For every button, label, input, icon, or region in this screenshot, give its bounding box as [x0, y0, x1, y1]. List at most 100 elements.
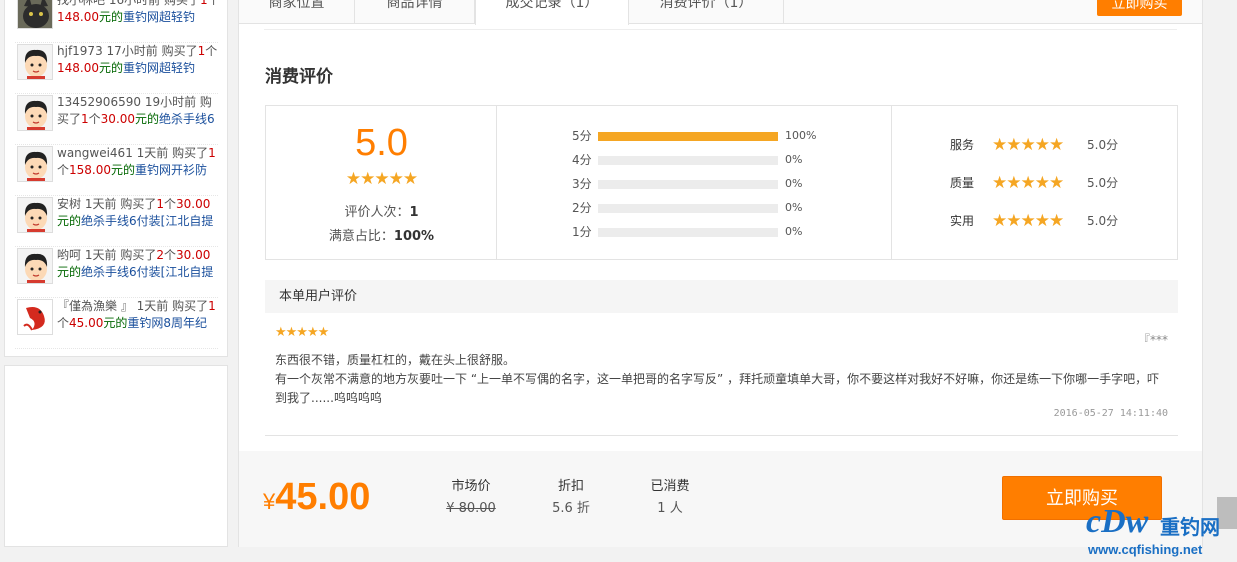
- purchase-item: 哟呵 1天前 购买了2个30.00 元的绝杀手线6付装[江北自提: [15, 247, 218, 298]
- distribution-label: 5分: [572, 129, 592, 143]
- purchase-action: 购买了: [163, 0, 200, 7]
- purchase-text: hjf1973 17小时前 购买了1个148.00元的重钓网超轻钓: [57, 43, 221, 77]
- purchase-user[interactable]: 找小林吧: [57, 0, 105, 7]
- purchase-yuan: 元的: [99, 10, 124, 24]
- satisfaction-rate: 满意占比：100%: [328, 229, 435, 244]
- market-price: 市场价 ¥ 80.00: [446, 479, 496, 516]
- purchase-product-link[interactable]: 绝杀手线6付装[江北自提: [81, 265, 213, 279]
- tab-product-details[interactable]: 商品详情: [355, 0, 475, 24]
- watermark-logo: cDw: [1086, 503, 1149, 540]
- purchase-user[interactable]: 13452906590: [57, 95, 141, 109]
- fish-avatar-icon[interactable]: [17, 299, 53, 335]
- distribution-bar: [598, 132, 778, 141]
- purchase-user[interactable]: 哟呵: [57, 248, 81, 262]
- purchase-text: 安树 1天前 购买了1个30.00 元的绝杀手线6付装[江北自提: [57, 196, 221, 230]
- overall-stars-icon: ★★★★★: [345, 169, 418, 189]
- purchase-qty: 1: [81, 112, 89, 126]
- purchase-item: 安树 1天前 购买了1个30.00 元的绝杀手线6付装[江北自提: [15, 196, 218, 247]
- distribution-label: 3分: [572, 177, 592, 191]
- purchase-product-link[interactable]: 绝杀手线6付装[江北自提: [81, 214, 213, 228]
- review-stars-icon: ★★★★★: [275, 325, 329, 340]
- purchase-price: 45.00: [69, 316, 104, 330]
- page-scrollbar[interactable]: [1217, 0, 1237, 562]
- cartoon-avatar-icon[interactable]: [17, 44, 53, 80]
- distribution-bar: [598, 228, 778, 237]
- aspect-score: 5.0分: [1087, 214, 1119, 228]
- tab-buy-now-button[interactable]: 立即购买: [1097, 0, 1182, 16]
- purchase-time: 1天前: [84, 248, 117, 262]
- aspect-score: 5.0分: [1087, 176, 1119, 190]
- purchase-time: 1天前: [136, 299, 169, 313]
- sidebar-blank-panel: [4, 365, 228, 547]
- cartoon-avatar-icon[interactable]: [17, 248, 53, 284]
- purchase-text: wangwei461 1天前 购买了1 个158.00元的重钓网开衫防: [57, 145, 221, 179]
- purchase-product-link[interactable]: 重钓网8周年纪: [127, 316, 207, 330]
- purchase-unit: 个: [88, 112, 101, 126]
- aspect-score: 5.0分: [1087, 138, 1119, 152]
- distribution-bar: [598, 180, 778, 189]
- distribution-bar: [598, 204, 778, 213]
- review-date: 2016-05-27 14:11:40: [1053, 408, 1168, 419]
- aspect-row: 服务 ★★★★★ 5.0分: [950, 135, 1170, 155]
- purchase-user[interactable]: wangwei461: [57, 146, 133, 160]
- buy-bar: ¥45.00 市场价 ¥ 80.00 折扣 5.6 折 已消费 1 人 立即购买: [239, 451, 1202, 547]
- purchase-text: 找小林吧 16小时前 购买了1个 148.00元的重钓网超轻钓: [57, 0, 221, 26]
- distribution-label: 1分: [572, 225, 592, 239]
- aspect-stars-icon: ★★★★★: [992, 211, 1064, 231]
- purchase-user[interactable]: hjf1973: [57, 44, 103, 58]
- divider: [264, 29, 1177, 31]
- overall-score-block: 5.0 ★★★★★ 评价人次：1 满意占比：100%: [266, 106, 497, 259]
- purchase-product-link[interactable]: 重钓网超轻钓: [123, 61, 195, 75]
- cartoon-avatar-icon[interactable]: [17, 146, 53, 182]
- discount: 折扣 5.6 折: [552, 479, 590, 516]
- recent-purchases-panel: 找小林吧 16小时前 购买了1个148.00元的重钓网超轻钓 hjf1973 17…: [4, 0, 228, 357]
- aspect-name: 服务: [950, 138, 975, 152]
- purchase-unit: 个: [163, 197, 176, 211]
- distribution-percent: 0%: [785, 153, 803, 166]
- purchase-text: 13452906590 19小时前 购买了1个30.00元的绝杀手线6: [57, 94, 221, 128]
- review-user: 『***: [1137, 333, 1168, 347]
- distribution-bar-fill: [598, 132, 778, 141]
- distribution-label: 2分: [572, 201, 592, 215]
- aspect-name: 实用: [950, 214, 975, 228]
- purchase-action: 购买了: [120, 197, 157, 211]
- purchase-yuan: 元的: [111, 163, 136, 177]
- tab-reviews[interactable]: 消费评价（1）: [629, 0, 784, 24]
- aspect-row: 实用 ★★★★★ 5.0分: [950, 211, 1170, 231]
- purchase-item: 13452906590 19小时前 购买了1个30.00元的绝杀手线6: [15, 94, 218, 145]
- cartoon-avatar-icon[interactable]: [17, 197, 53, 233]
- aspect-stars-icon: ★★★★★: [992, 173, 1064, 193]
- purchase-product-link[interactable]: 绝杀手线6: [159, 112, 215, 126]
- cat-avatar-icon[interactable]: [17, 0, 53, 29]
- purchase-unit: 个: [207, 0, 220, 7]
- review-count: 评价人次：1: [344, 205, 419, 220]
- distribution-row: 4分 0%: [572, 153, 832, 167]
- sold-count: 已消费 1 人: [650, 479, 690, 516]
- rating-summary: 5.0 ★★★★★ 评价人次：1 满意占比：100% 5分 100% 4分 0% 3分 0…: [265, 105, 1178, 260]
- purchase-action: 购买了: [172, 146, 209, 160]
- section-title: 消费评价: [265, 67, 333, 87]
- distribution-row: 1分 0%: [572, 225, 832, 239]
- purchase-price: 158.00: [69, 163, 112, 177]
- purchase-unit: 个: [57, 316, 70, 330]
- tab-merchant-location[interactable]: 商家位置: [239, 0, 355, 24]
- purchase-time: 19小时前: [144, 95, 197, 109]
- tab-transaction-records[interactable]: 成交记录（1）: [475, 0, 629, 25]
- purchase-price: 148.00: [57, 10, 99, 24]
- purchase-user[interactable]: 『僅為漁樂 』: [57, 299, 133, 313]
- cartoon-avatar-icon[interactable]: [17, 95, 53, 131]
- review-text: 东西很不错，质量杠杠的，戴在头上很舒服。 有一个灰常不满意的地方灰要吐一下 “上…: [275, 353, 1160, 405]
- purchase-product-link[interactable]: 重钓网开衫防: [135, 163, 207, 177]
- distribution-bar: [598, 156, 778, 165]
- purchase-qty: 1: [208, 146, 216, 160]
- purchase-action: 购买了: [120, 248, 157, 262]
- watermark-name: 重钓网: [1160, 515, 1220, 539]
- purchase-user[interactable]: 安树: [57, 197, 81, 211]
- watermark-url: www.cqfishing.net: [1088, 542, 1203, 557]
- purchase-yuan: 元的: [57, 214, 82, 228]
- purchase-item: wangwei461 1天前 购买了1 个158.00元的重钓网开衫防: [15, 145, 218, 196]
- review-item: ★★★★★ 『*** 东西很不错，质量杠杠的，戴在头上很舒服。 有一个灰常不满意…: [265, 313, 1178, 436]
- purchase-qty: 1: [156, 197, 164, 211]
- purchase-product-link[interactable]: 重钓网超轻钓: [123, 10, 195, 24]
- distribution-row: 2分 0%: [572, 201, 832, 215]
